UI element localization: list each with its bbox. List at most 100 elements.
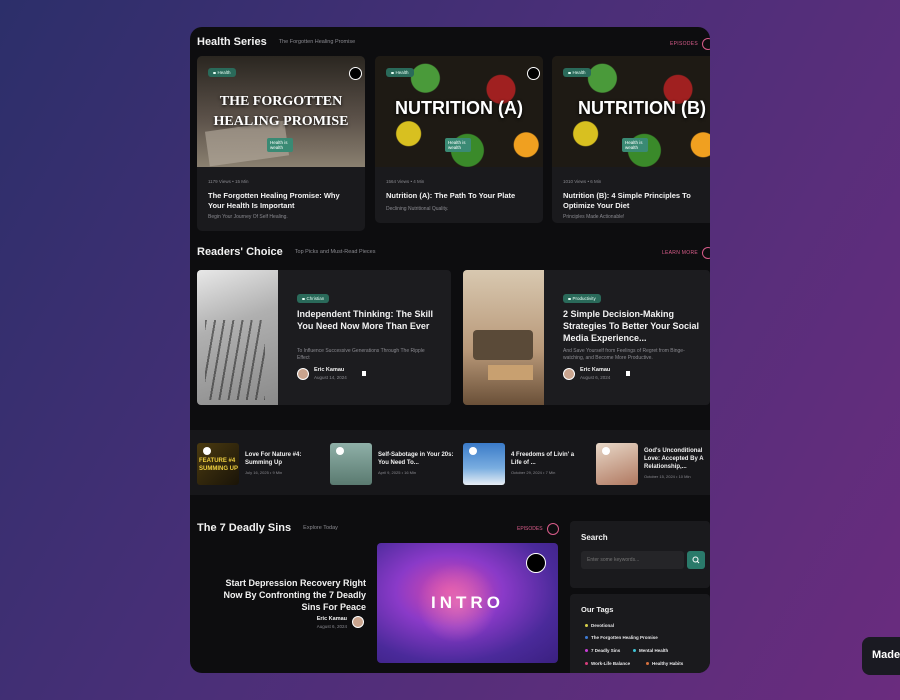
search-button[interactable] bbox=[687, 551, 705, 569]
section-title: Health Series bbox=[197, 36, 267, 48]
strip-item[interactable]: God's Unconditional Love: Accepted By A … bbox=[596, 443, 710, 485]
card-image bbox=[197, 270, 278, 405]
avatar[interactable] bbox=[352, 616, 364, 628]
card-desc: Principles Made Actionable! bbox=[563, 214, 625, 220]
health-badge: Health is wealth bbox=[267, 138, 293, 152]
card-desc: Declining Nutritional Quality. bbox=[386, 206, 449, 212]
strip-title[interactable]: Self-Sabotage in Your 20s: You Need To..… bbox=[378, 451, 458, 467]
episodes-link-label: EPISODES bbox=[517, 526, 543, 532]
intro-image-text: INTRO bbox=[431, 593, 504, 612]
readers-card[interactable]: Christian Independent Thinking: The Skil… bbox=[197, 270, 451, 405]
bookmark-icon[interactable] bbox=[203, 447, 211, 455]
card-image-text: THE FORGOTTEN HEALING PROMISE bbox=[213, 94, 349, 129]
deadly-sins-header: The 7 Deadly Sins Explore Today bbox=[197, 522, 338, 534]
arrow-right-icon bbox=[546, 523, 559, 535]
strip-title[interactable]: Love For Nature #4: Summing Up bbox=[245, 451, 325, 467]
readers-choice-header: Readers' Choice Top Picks and Must-Read … bbox=[197, 246, 375, 258]
made-button[interactable]: Made bbox=[862, 637, 900, 675]
site-logo-icon bbox=[349, 67, 362, 80]
section-subtitle: The Forgotten Healing Promise bbox=[278, 39, 356, 45]
search-icon bbox=[692, 556, 700, 564]
site-frame: Health Series The Forgotten Healing Prom… bbox=[190, 27, 710, 673]
author-name[interactable]: Eric Kamau bbox=[290, 616, 347, 622]
episodes-link[interactable]: EPISODES bbox=[670, 38, 710, 50]
tag-mental-health[interactable]: Mental Health bbox=[633, 648, 668, 653]
card-desc: Begin Your Journey Of Self Healing. bbox=[208, 214, 288, 220]
card-tag[interactable]: Health bbox=[386, 68, 414, 77]
tags-title: Our Tags bbox=[581, 605, 614, 614]
card-desc: To Influence Successive Generations Thro… bbox=[297, 348, 425, 361]
health-badge: Health is wealth bbox=[622, 138, 648, 152]
tag-devotional[interactable]: Devotional bbox=[585, 623, 614, 628]
card-title[interactable]: 2 Simple Decision-Making Strategies To B… bbox=[563, 308, 703, 344]
tags-panel: Our Tags Devotional The Forgotten Healin… bbox=[570, 594, 710, 673]
post-date: August 6, 2024 bbox=[580, 375, 611, 380]
search-input[interactable] bbox=[581, 551, 684, 569]
bookmark-icon[interactable] bbox=[336, 447, 344, 455]
card-tag[interactable]: Christian bbox=[297, 294, 330, 303]
card-image bbox=[463, 270, 544, 405]
card-tag[interactable]: Health bbox=[563, 68, 591, 77]
site-logo-icon bbox=[526, 553, 546, 573]
strip-meta: April 9, 2025 • 16 Min bbox=[378, 470, 417, 475]
card-title[interactable]: The Forgotten Healing Promise: Why Your … bbox=[208, 191, 358, 211]
author-name[interactable]: Eric Kamau bbox=[580, 367, 610, 373]
feature-title[interactable]: Start Depression Recovery Right Now By C… bbox=[210, 577, 366, 613]
episodes-link[interactable]: EPISODES bbox=[517, 523, 559, 535]
strip-title[interactable]: God's Unconditional Love: Accepted By A … bbox=[644, 447, 710, 471]
arrow-right-icon bbox=[702, 247, 710, 259]
author-name[interactable]: Eric Kamau bbox=[314, 367, 344, 373]
thumb-text: FEATURE #4 SUMMING UP bbox=[199, 458, 238, 472]
health-badge: Health is wealth bbox=[445, 138, 471, 152]
strip-item[interactable]: FEATURE #4 SUMMING UP Love For Nature #4… bbox=[197, 443, 317, 485]
sofa-shape bbox=[473, 330, 533, 360]
avatar[interactable] bbox=[297, 368, 309, 380]
card-title[interactable]: Nutrition (A): The Path To Your Plate bbox=[386, 191, 536, 201]
health-card[interactable]: NUTRITION (B) Health is wealth Health 10… bbox=[552, 56, 710, 223]
section-subtitle: Top Picks and Must-Read Pieces bbox=[294, 249, 376, 255]
bookmark-icon[interactable] bbox=[362, 371, 366, 376]
bookmark-icon[interactable] bbox=[626, 371, 630, 376]
card-desc: And Save Yourself from Feelings of Regre… bbox=[563, 348, 685, 361]
search-title: Search bbox=[581, 533, 608, 542]
post-strip: FEATURE #4 SUMMING UP Love For Nature #4… bbox=[190, 430, 710, 495]
crowd-shape bbox=[205, 320, 265, 400]
strip-meta: October 29, 2024 • 7 Min bbox=[511, 470, 556, 475]
arrow-right-icon bbox=[702, 38, 710, 50]
tag-7-deadly-sins[interactable]: 7 Deadly Sins bbox=[585, 648, 620, 653]
strip-meta: July 16, 2025 • 9 Min bbox=[245, 470, 283, 475]
site-logo-icon bbox=[527, 67, 540, 80]
card-tag[interactable]: Productivity bbox=[563, 294, 601, 303]
learn-more-label: LEARN MORE bbox=[661, 250, 698, 256]
section-title: Readers' Choice bbox=[197, 246, 283, 258]
strip-item[interactable]: 4 Freedoms of Livin' a Life of ... Octob… bbox=[463, 443, 583, 485]
card-title[interactable]: Nutrition (B): 4 Simple Principles To Op… bbox=[563, 191, 710, 211]
strip-title[interactable]: 4 Freedoms of Livin' a Life of ... bbox=[511, 451, 581, 467]
section-title: The 7 Deadly Sins bbox=[197, 522, 292, 534]
strip-meta: October 15, 2024 • 10 Min bbox=[644, 474, 691, 479]
card-meta: 1564 Views • 4 Min bbox=[386, 179, 425, 184]
card-image-text: NUTRITION (A) bbox=[395, 98, 523, 118]
health-card[interactable]: THE FORGOTTEN HEALING PROMISE Health is … bbox=[197, 56, 365, 231]
card-tag[interactable]: Health bbox=[208, 68, 236, 77]
bookmark-icon[interactable] bbox=[469, 447, 477, 455]
health-card[interactable]: NUTRITION (A) Health is wealth Health 15… bbox=[375, 56, 543, 223]
episodes-link-label: EPISODES bbox=[670, 41, 698, 47]
tag-healthy-habits[interactable]: Healthy Habits bbox=[646, 661, 683, 666]
readers-card[interactable]: Productivity 2 Simple Decision-Making St… bbox=[463, 270, 710, 405]
tag-forgotten-healing[interactable]: The Forgotten Healing Promise bbox=[585, 635, 658, 640]
card-meta: 1179 Views • 15 Min bbox=[208, 179, 249, 184]
intro-image[interactable]: INTRO bbox=[377, 543, 558, 663]
bookmark-icon[interactable] bbox=[602, 447, 610, 455]
card-image-text: NUTRITION (B) bbox=[578, 98, 706, 118]
post-date: August 6, 2024 bbox=[316, 624, 347, 629]
post-date: August 14, 2024 bbox=[314, 375, 347, 380]
card-title[interactable]: Independent Thinking: The Skill You Need… bbox=[297, 308, 442, 332]
tag-work-life-balance[interactable]: Work-Life Balance bbox=[585, 661, 630, 666]
strip-item[interactable]: Self-Sabotage in Your 20s: You Need To..… bbox=[330, 443, 453, 485]
avatar[interactable] bbox=[563, 368, 575, 380]
card-meta: 1010 Views • 6 Min bbox=[563, 179, 602, 184]
health-series-header: Health Series The Forgotten Healing Prom… bbox=[197, 36, 355, 48]
learn-more-link[interactable]: LEARN MORE bbox=[662, 247, 710, 259]
table-shape bbox=[488, 365, 533, 380]
